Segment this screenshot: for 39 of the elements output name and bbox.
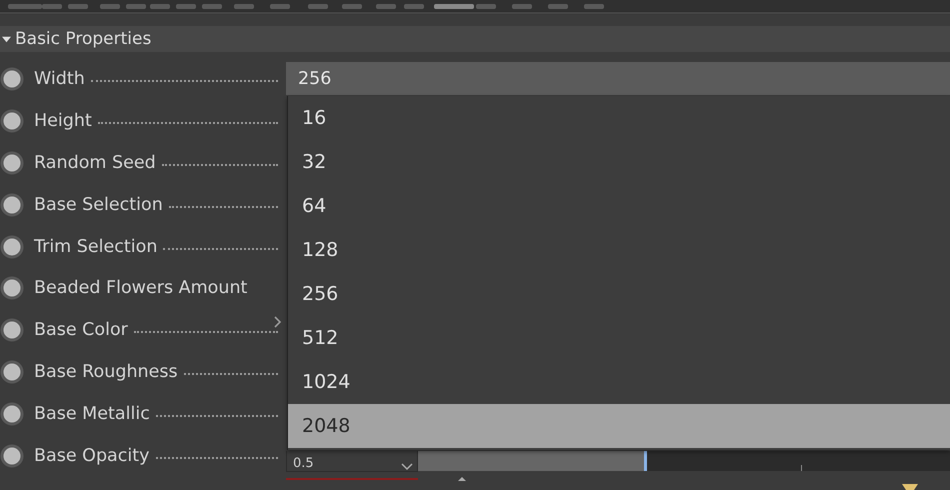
radio-icon[interactable] bbox=[0, 234, 24, 258]
dropdown-option[interactable]: 1024 bbox=[288, 360, 950, 404]
property-label: Base Metallic bbox=[34, 404, 150, 424]
radio-icon[interactable] bbox=[0, 402, 24, 426]
radio-icon[interactable] bbox=[0, 66, 24, 91]
radio-icon[interactable] bbox=[0, 276, 24, 300]
property-label: Base Color bbox=[34, 320, 128, 340]
property-label: Random Seed bbox=[34, 152, 156, 173]
chevron-right-icon[interactable] bbox=[274, 316, 282, 328]
property-label: Beaded Flowers Amount bbox=[34, 278, 248, 298]
radio-icon[interactable] bbox=[0, 150, 24, 175]
dropdown-option[interactable]: 2048 bbox=[288, 404, 950, 448]
slider-track[interactable] bbox=[418, 451, 950, 472]
tick-mark bbox=[801, 465, 802, 472]
chevron-down-icon bbox=[401, 463, 413, 472]
radio-icon[interactable] bbox=[0, 360, 24, 384]
property-label: Base Roughness bbox=[34, 362, 178, 382]
dropdown-field[interactable]: 256 bbox=[286, 62, 950, 96]
caret-icon bbox=[2, 34, 11, 44]
dropdown-option[interactable]: 256 bbox=[288, 272, 950, 316]
property-label: Height bbox=[34, 110, 92, 131]
radio-icon[interactable] bbox=[0, 318, 24, 342]
property-label: Base Opacity bbox=[34, 446, 150, 466]
property-label: Width bbox=[34, 68, 85, 89]
dropdown-option[interactable]: 512 bbox=[288, 316, 950, 360]
section-title: Basic Properties bbox=[15, 29, 152, 49]
value-field[interactable]: 0.5 bbox=[286, 451, 418, 472]
radio-icon[interactable] bbox=[0, 108, 24, 133]
dropdown-option[interactable]: 32 bbox=[288, 140, 950, 184]
property-label: Trim Selection bbox=[34, 236, 158, 256]
dropdown-option[interactable]: 64 bbox=[288, 184, 950, 228]
radio-icon[interactable] bbox=[0, 444, 24, 468]
dropdown-option[interactable]: 128 bbox=[288, 228, 950, 272]
property-label: Base Selection bbox=[34, 194, 163, 215]
radio-icon[interactable] bbox=[0, 192, 24, 217]
field-value: 0.5 bbox=[293, 457, 314, 472]
dropdown-option[interactable]: 16 bbox=[288, 96, 950, 140]
section-header[interactable]: Basic Properties bbox=[0, 26, 950, 52]
caret-up-icon bbox=[458, 476, 466, 481]
